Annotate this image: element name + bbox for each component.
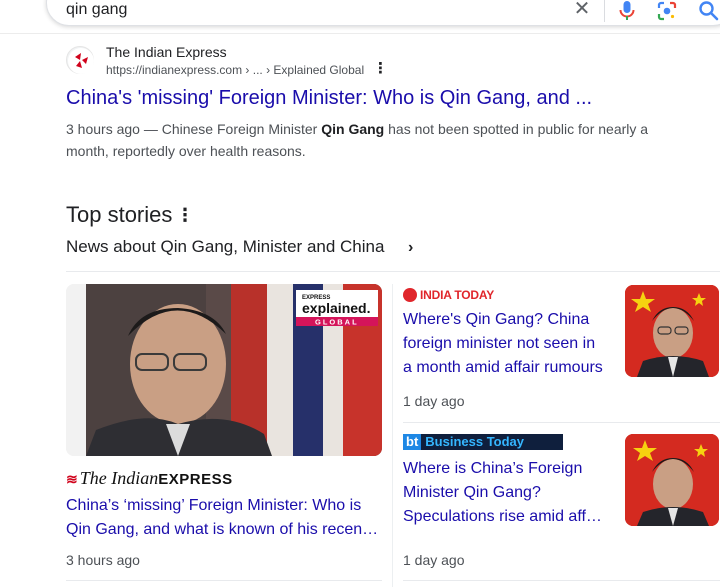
story-divider bbox=[403, 580, 720, 581]
column-divider bbox=[392, 284, 393, 587]
result-title-link[interactable]: China's 'missing' Foreign Minister: Who … bbox=[66, 87, 626, 110]
story-title-link[interactable]: China’s ‘missing’ Foreign Minister: Who … bbox=[66, 494, 384, 542]
india-today-mark-icon bbox=[403, 287, 417, 302]
business-today-logo: bt Business Today bbox=[403, 434, 563, 450]
story-divider bbox=[66, 580, 382, 581]
story-title-line: a month amid affair rumours bbox=[403, 359, 603, 376]
story-title-line: Where is China’s Foreign bbox=[403, 460, 583, 477]
story-title-line: China’s ‘missing’ Foreign Minister: Who … bbox=[66, 497, 362, 514]
indian-express-logo-caps: EXPRESS bbox=[158, 471, 233, 488]
badge-global: GLOBAL bbox=[315, 318, 359, 327]
business-today-mark: bt bbox=[403, 434, 422, 450]
top-stories-more-icon[interactable]: ⋮ bbox=[176, 205, 194, 226]
close-icon[interactable]: ✕ bbox=[571, 0, 593, 20]
story-image-qin-gang[interactable]: EXPRESS explained. GLOBAL bbox=[66, 284, 382, 456]
story-title-link[interactable]: Where's Qin Gang? China foreign minister… bbox=[403, 308, 615, 380]
badge-explained: explained. bbox=[302, 300, 370, 316]
india-today-logo-text: INDIA TODAY bbox=[420, 287, 495, 302]
indian-express-logo-word: The Indian bbox=[79, 468, 159, 488]
card-divider bbox=[403, 422, 720, 423]
microphone-icon[interactable] bbox=[617, 0, 637, 22]
top-stories-heading: Top stories bbox=[66, 202, 173, 227]
story-title-line: Speculations rise amid aff… bbox=[403, 508, 602, 525]
story-time: 3 hours ago bbox=[66, 552, 140, 568]
search-icon[interactable] bbox=[698, 0, 720, 22]
indian-express-favicon-icon bbox=[66, 46, 94, 74]
story-title-link[interactable]: Where is China’s Foreign Minister Qin Ga… bbox=[403, 457, 615, 529]
news-about-link[interactable]: News about Qin Gang, Minister and China bbox=[66, 237, 384, 257]
search-bar-divider bbox=[604, 0, 605, 22]
story-title-line: foreign minister not seen in bbox=[403, 335, 596, 352]
story-thumbnail[interactable] bbox=[625, 434, 719, 526]
more-options-icon[interactable]: ⋮ bbox=[373, 61, 388, 77]
top-stories-divider bbox=[66, 271, 720, 272]
indian-express-logo: ≋ The IndianEXPRESS bbox=[66, 468, 233, 489]
snippet-prefix: 3 hours ago — Chinese Foreign Minister bbox=[66, 121, 322, 137]
story-time: 1 day ago bbox=[403, 393, 465, 409]
search-input[interactable]: qin gang bbox=[66, 1, 127, 19]
header-divider bbox=[0, 33, 720, 34]
result-site-name[interactable]: The Indian Express bbox=[106, 44, 227, 60]
chevron-right-icon[interactable]: › bbox=[408, 239, 413, 257]
story-title-line: Qin Gang, and what is known of his recen… bbox=[66, 521, 379, 538]
result-snippet: 3 hours ago — Chinese Foreign Minister Q… bbox=[66, 118, 666, 162]
india-today-logo: INDIA TODAY bbox=[403, 286, 495, 302]
indian-express-mark-icon: ≋ bbox=[66, 471, 78, 487]
story-thumbnail[interactable] bbox=[625, 285, 719, 377]
snippet-highlight: Qin Gang bbox=[321, 121, 385, 137]
story-title-line: Where's Qin Gang? China bbox=[403, 311, 590, 328]
google-lens-icon[interactable] bbox=[656, 0, 678, 22]
business-today-logo-text: Business Today bbox=[425, 434, 525, 449]
story-time: 1 day ago bbox=[403, 552, 465, 568]
result-url[interactable]: https://indianexpress.com › ... › Explai… bbox=[106, 63, 364, 77]
story-title-line: Minister Qin Gang? bbox=[403, 484, 541, 501]
